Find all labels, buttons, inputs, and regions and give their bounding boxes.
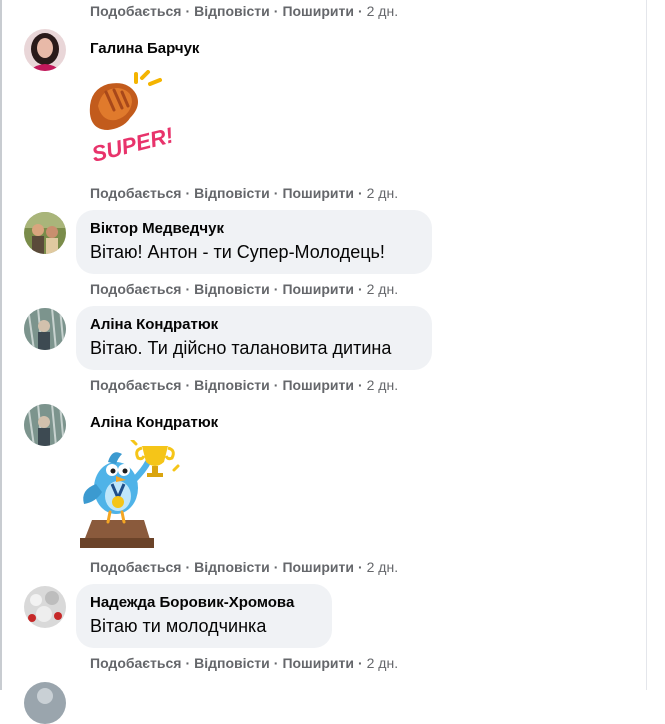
separator: · [357,185,363,201]
separator: · [273,559,279,575]
comment-actions: Подобається · Відповісти · Поширити · 2 … [90,184,398,202]
separator: · [357,559,363,575]
separator: · [273,3,279,19]
avatar[interactable] [24,404,66,446]
separator: · [357,281,363,297]
comment-bubble: Аліна Кондратюк Вітаю. Ти дійсно таланов… [76,306,432,370]
comment-author[interactable]: Аліна Кондратюк [90,414,218,431]
reply-link[interactable]: Відповісти [194,281,270,297]
separator: · [185,3,191,19]
avatar[interactable] [24,586,66,628]
timestamp-link[interactable]: 2 дн. [367,185,398,201]
share-link[interactable]: Поширити [282,559,354,575]
avatar[interactable] [24,29,66,71]
comment-author[interactable]: Віктор Медведчук [90,220,418,238]
comment-author[interactable]: Надежда Боровик-Хромова [90,594,318,612]
like-link[interactable]: Подобається [90,377,181,393]
separator: · [185,655,191,671]
like-link[interactable]: Подобається [90,185,181,201]
super-clap-sticker[interactable]: SUPER! [84,70,176,174]
comment-bubble: Надежда Боровик-Хромова Вітаю ти молодчи… [76,584,332,648]
timestamp-link[interactable]: 2 дн. [367,655,398,671]
comment-bubble: Віктор Медведчук Вітаю! Антон - ти Супер… [76,210,432,274]
scroll-divider [646,0,647,690]
share-link[interactable]: Поширити [282,3,354,19]
reply-link[interactable]: Відповісти [194,185,270,201]
share-link[interactable]: Поширити [282,377,354,393]
reply-link[interactable]: Відповісти [194,377,270,393]
separator: · [185,185,191,201]
separator: · [185,377,191,393]
separator: · [185,559,191,575]
comment-actions: Подобається · Відповісти · Поширити · 2 … [90,558,398,576]
separator: · [185,281,191,297]
separator: · [273,377,279,393]
separator: · [273,281,279,297]
reply-link[interactable]: Відповісти [194,559,270,575]
share-link[interactable]: Поширити [282,655,354,671]
comment-text: Вітаю. Ти дійсно талановита дитина [90,338,392,358]
share-link[interactable]: Поширити [282,281,354,297]
like-link[interactable]: Подобається [90,559,181,575]
thread-rule [0,0,2,690]
timestamp-link[interactable]: 2 дн. [367,3,398,19]
separator: · [357,3,363,19]
comment-actions: Подобається · Відповісти · Поширити · 2 … [90,376,398,394]
separator: · [357,377,363,393]
share-link[interactable]: Поширити [282,185,354,201]
reply-link[interactable]: Відповісти [194,655,270,671]
avatar[interactable] [24,682,66,724]
comment-actions: Подобається · Відповісти · Поширити · 2 … [90,654,398,672]
like-link[interactable]: Подобається [90,3,181,19]
comment-text: Вітаю! Антон - ти Супер-Молодець! [90,242,385,262]
timestamp-link[interactable]: 2 дн. [367,281,398,297]
avatar[interactable] [24,212,66,254]
timestamp-link[interactable]: 2 дн. [367,559,398,575]
comment-actions: Подобається · Відповісти · Поширити · 2 … [90,280,398,298]
avatar[interactable] [24,308,66,350]
separator: · [273,655,279,671]
reply-link[interactable]: Відповісти [194,3,270,19]
bird-trophy-sticker[interactable] [78,438,182,550]
separator: · [273,185,279,201]
comment-text: Вітаю ти молодчинка [90,616,267,636]
timestamp-link[interactable]: 2 дн. [367,377,398,393]
separator: · [357,655,363,671]
comment-author[interactable]: Галина Барчук [90,40,199,57]
like-link[interactable]: Подобається [90,655,181,671]
like-link[interactable]: Подобається [90,281,181,297]
comment-author[interactable]: Аліна Кондратюк [90,316,418,334]
comment-actions: Подобається · Відповісти · Поширити · 2 … [90,2,398,20]
